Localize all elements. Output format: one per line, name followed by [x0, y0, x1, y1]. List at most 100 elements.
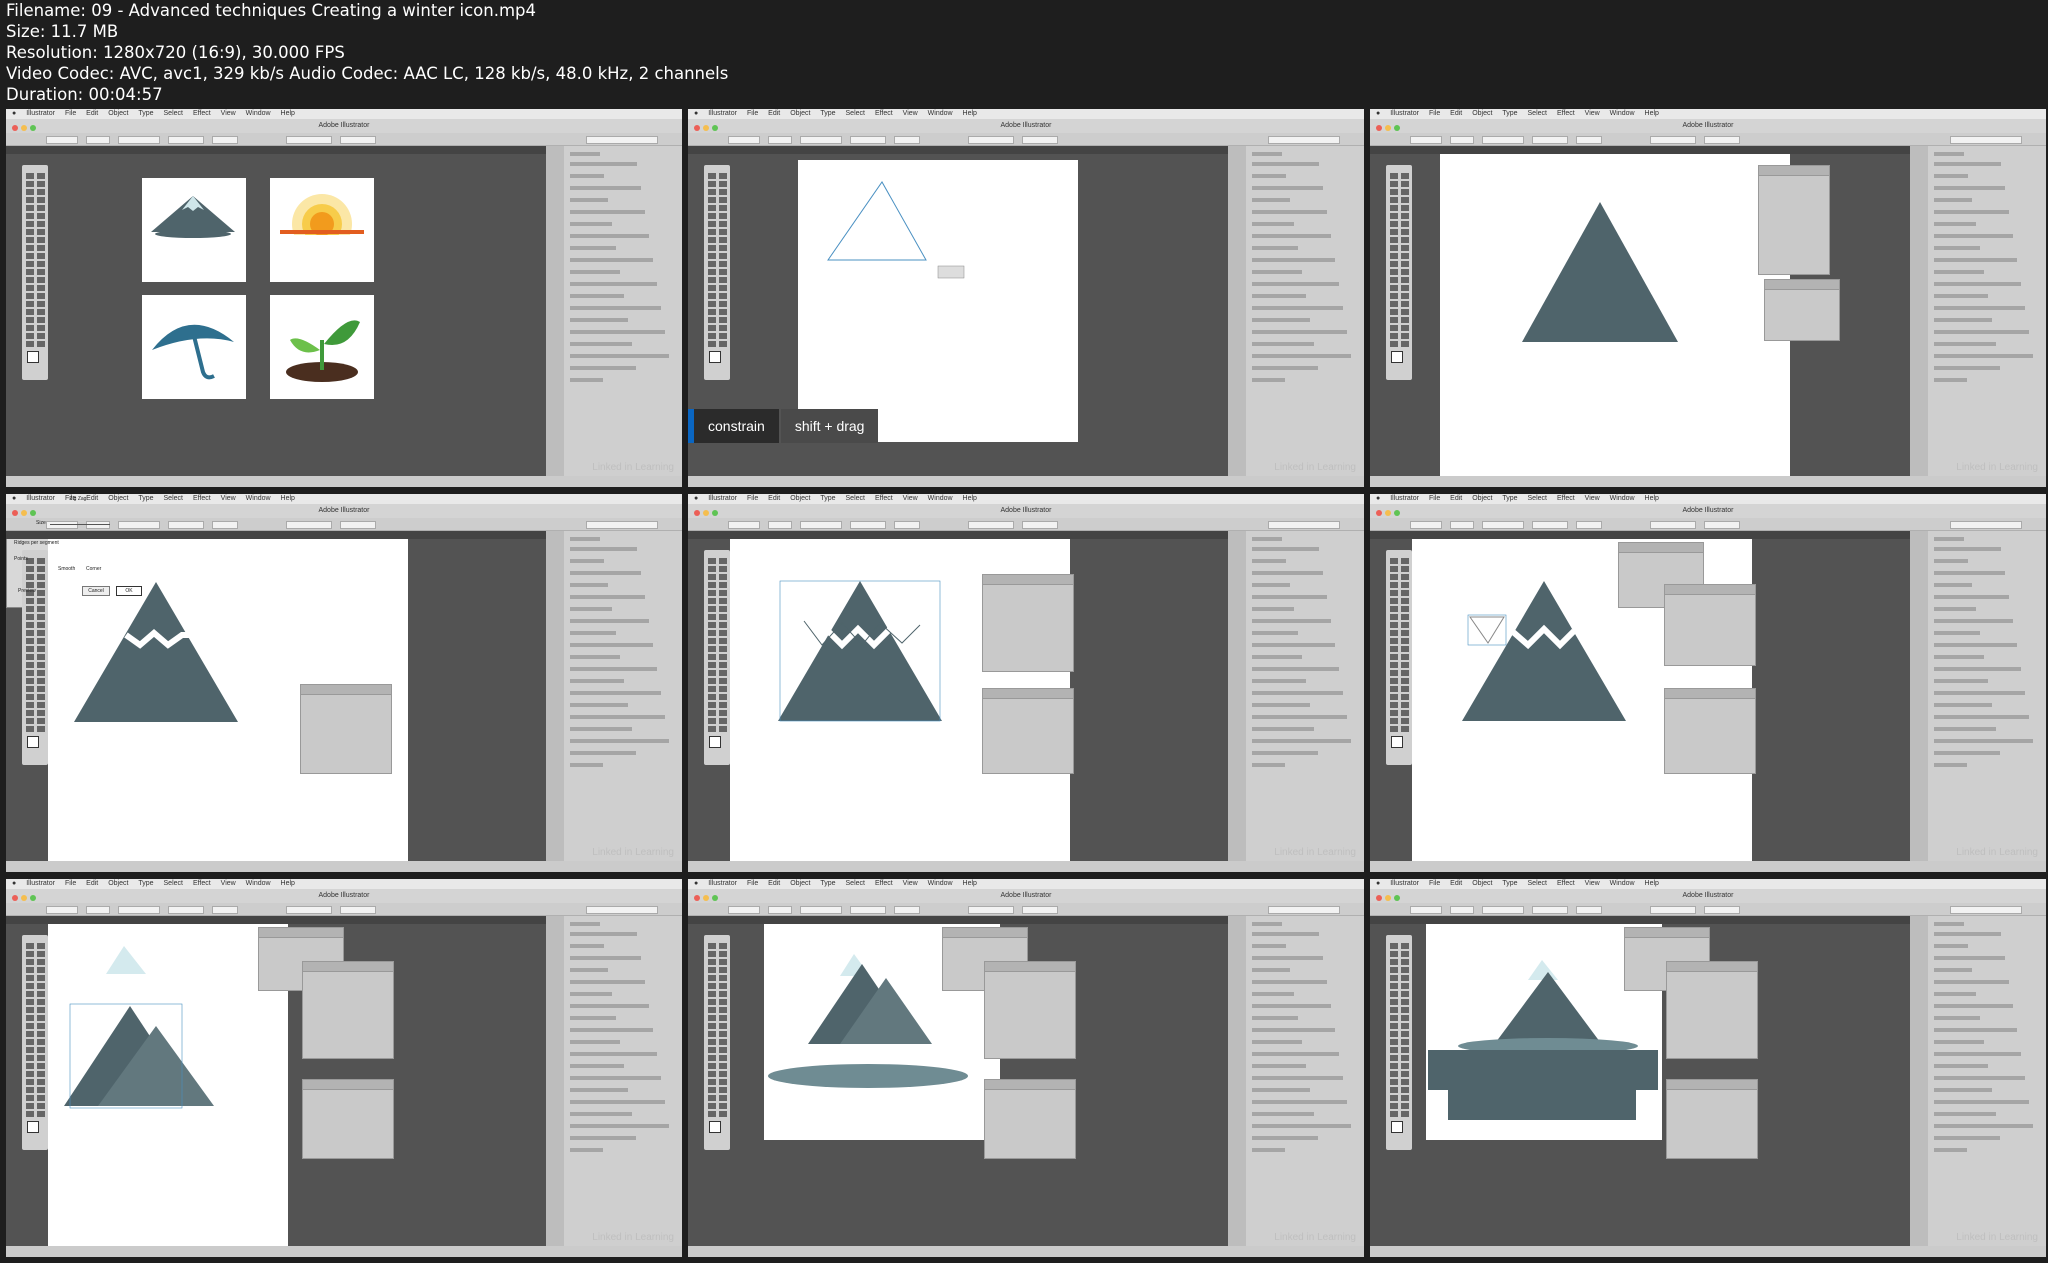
panel-row[interactable] [1934, 1016, 1980, 1020]
fill-control[interactable] [46, 521, 78, 529]
video-frame-6[interactable]: ● Illustrator File Edit Object Type Sele… [1370, 494, 2046, 872]
panel-row[interactable] [1934, 318, 1992, 322]
tool-icon[interactable] [37, 951, 45, 957]
menu-help[interactable]: Help [1645, 495, 1659, 502]
tool-icon[interactable] [26, 678, 34, 684]
panel-row[interactable] [1252, 330, 1347, 334]
panel-row[interactable] [1934, 607, 1976, 611]
document-setup-button[interactable] [968, 521, 1014, 529]
tool-icon[interactable] [1390, 1095, 1398, 1101]
tool-icon[interactable] [1390, 1111, 1398, 1117]
panel-row[interactable] [1252, 186, 1323, 190]
tool-icon[interactable] [1390, 181, 1398, 187]
close-icon[interactable] [1376, 125, 1382, 131]
tool-icon[interactable] [26, 189, 34, 195]
panel-row[interactable] [1252, 631, 1298, 635]
document-setup-button[interactable] [286, 136, 332, 144]
minimize-icon[interactable] [21, 895, 27, 901]
panel-row[interactable] [1252, 1064, 1306, 1068]
panel-row[interactable] [1252, 294, 1306, 298]
panel-row[interactable] [570, 1148, 603, 1152]
tool-icon[interactable] [708, 285, 716, 291]
preferences-button[interactable] [340, 906, 376, 914]
brush-control[interactable] [850, 906, 886, 914]
panel-row[interactable] [570, 739, 669, 743]
tool-icon[interactable] [1390, 991, 1398, 997]
tool-icon[interactable] [26, 975, 34, 981]
tool-icon[interactable] [1390, 253, 1398, 259]
tool-icon[interactable] [37, 702, 45, 708]
tool-icon[interactable] [26, 702, 34, 708]
tool-icon[interactable] [1401, 285, 1409, 291]
tool-icon[interactable] [37, 590, 45, 596]
apple-icon[interactable]: ● [694, 110, 698, 117]
swatches-panel[interactable] [982, 574, 1074, 672]
video-frame-2[interactable]: ● Illustrator File Edit Object Type Sele… [688, 109, 1364, 487]
panel-row[interactable] [1934, 537, 1964, 541]
tool-icon[interactable] [1390, 261, 1398, 267]
stroke-control[interactable] [1450, 906, 1474, 914]
ok-button[interactable]: OK [116, 586, 142, 596]
tool-icon[interactable] [708, 1087, 716, 1093]
menu-window[interactable]: Window [1610, 880, 1635, 887]
panel-row[interactable] [1934, 1064, 1988, 1068]
tool-icon[interactable] [26, 726, 34, 732]
tool-icon[interactable] [26, 622, 34, 628]
tool-icon[interactable] [1390, 1071, 1398, 1077]
panel-row[interactable] [570, 330, 665, 334]
panel-row[interactable] [1252, 956, 1323, 960]
canvas[interactable] [730, 539, 1228, 861]
panel-row[interactable] [570, 270, 620, 274]
video-frame-8[interactable]: ● Illustrator File Edit Object Type Sele… [688, 879, 1364, 1257]
tool-icon[interactable] [26, 253, 34, 259]
tool-icon[interactable] [1401, 221, 1409, 227]
close-icon[interactable] [12, 895, 18, 901]
apple-icon[interactable]: ● [694, 495, 698, 502]
tool-icon[interactable] [719, 590, 727, 596]
panel-row[interactable] [570, 763, 603, 767]
panel-row[interactable] [1252, 643, 1335, 647]
apple-icon[interactable]: ● [1376, 495, 1380, 502]
tool-icon[interactable] [1390, 317, 1398, 323]
tool-icon[interactable] [719, 999, 727, 1005]
tool-icon[interactable] [719, 1039, 727, 1045]
tool-icon[interactable] [37, 646, 45, 652]
tool-icon[interactable] [1390, 285, 1398, 291]
tool-icon[interactable] [1390, 694, 1398, 700]
tool-icon[interactable] [1390, 654, 1398, 660]
tool-icon[interactable] [708, 245, 716, 251]
panel-row[interactable] [1252, 1100, 1347, 1104]
tool-icon[interactable] [1401, 991, 1409, 997]
panel-row[interactable] [1252, 1004, 1331, 1008]
tool-icon[interactable] [26, 1007, 34, 1013]
menu-window[interactable]: Window [246, 495, 271, 502]
menu-object[interactable]: Object [790, 495, 810, 502]
tool-icon[interactable] [26, 718, 34, 724]
tool-icon[interactable] [1390, 678, 1398, 684]
panel-row[interactable] [1934, 174, 1968, 178]
panel-row[interactable] [1252, 1076, 1343, 1080]
tool-icon[interactable] [37, 662, 45, 668]
color-panel[interactable] [984, 1079, 1076, 1159]
tool-icon[interactable] [26, 1087, 34, 1093]
tool-icon[interactable] [1401, 726, 1409, 732]
panel-row[interactable] [1252, 1052, 1339, 1056]
tool-icon[interactable] [708, 566, 716, 572]
panel-header[interactable] [259, 928, 343, 938]
tool-icon[interactable] [26, 229, 34, 235]
tool-icon[interactable] [1390, 269, 1398, 275]
menu-view[interactable]: View [221, 110, 236, 117]
tool-icon[interactable] [708, 1023, 716, 1029]
stroke-control[interactable] [86, 136, 110, 144]
tool-icon[interactable] [1390, 590, 1398, 596]
tool-icon[interactable] [719, 181, 727, 187]
tool-icon[interactable] [1401, 173, 1409, 179]
panel-row[interactable] [1252, 246, 1298, 250]
tool-icon[interactable] [37, 694, 45, 700]
tool-icon[interactable] [719, 959, 727, 965]
close-icon[interactable] [12, 510, 18, 516]
panel-row[interactable] [1934, 679, 1988, 683]
search-input[interactable] [1950, 136, 2022, 144]
panel-row[interactable] [570, 1100, 665, 1104]
tool-icon[interactable] [37, 638, 45, 644]
